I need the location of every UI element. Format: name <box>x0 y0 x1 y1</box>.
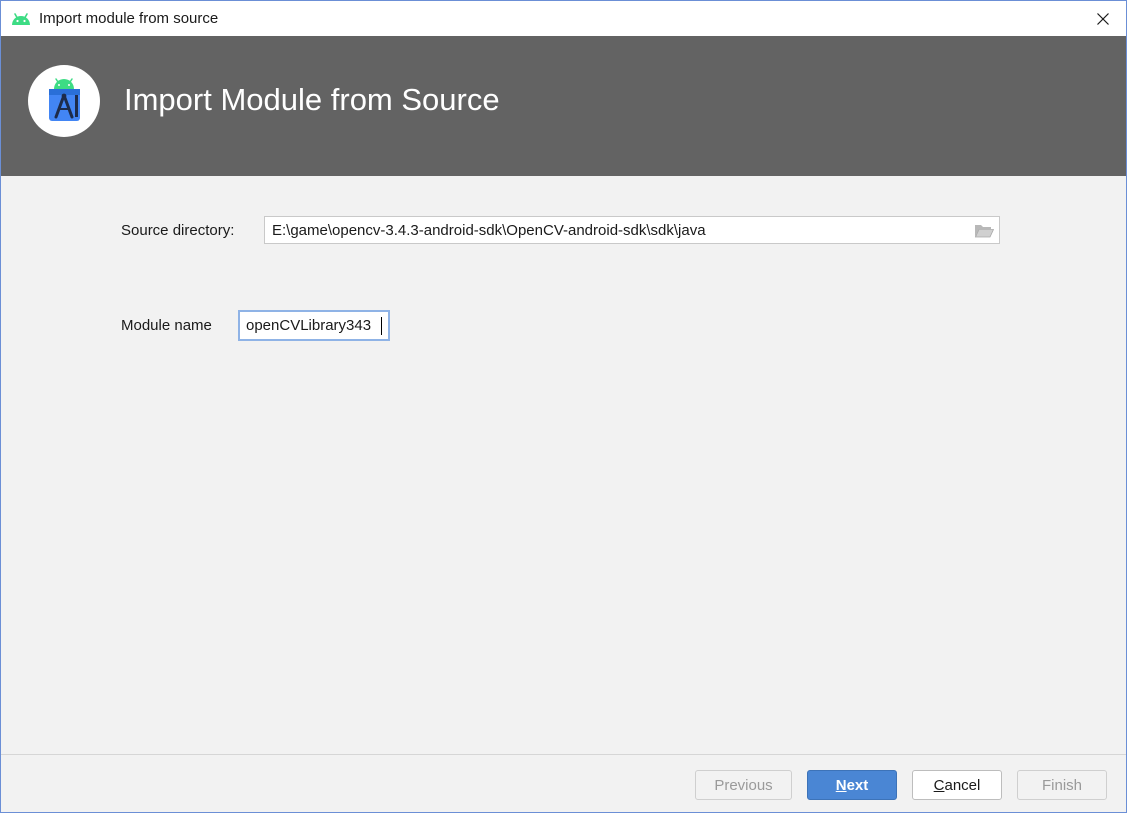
folder-open-icon[interactable] <box>974 223 995 238</box>
source-directory-value: E:\game\opencv-3.4.3-android-sdk\OpenCV-… <box>272 222 706 239</box>
cancel-button-label: Cancel <box>934 777 981 794</box>
previous-button[interactable]: Previous <box>695 770 792 800</box>
finish-button[interactable]: Finish <box>1017 770 1107 800</box>
footer-divider <box>1 754 1126 755</box>
import-module-dialog: Import module from source Import Module … <box>0 0 1127 813</box>
close-button[interactable] <box>1080 1 1126 36</box>
page-title: Import Module from Source <box>124 82 500 117</box>
next-button-label: Next <box>836 777 869 794</box>
cancel-mnemonic: C <box>933 776 945 794</box>
next-button[interactable]: Next <box>807 770 897 800</box>
source-directory-input[interactable]: E:\game\opencv-3.4.3-android-sdk\OpenCV-… <box>264 216 1000 244</box>
cancel-button[interactable]: Cancel <box>912 770 1002 800</box>
android-studio-icon <box>28 65 100 137</box>
module-name-label: Module name <box>121 317 212 334</box>
next-mnemonic: N <box>835 776 847 794</box>
header-banner: Import Module from Source <box>1 36 1126 176</box>
module-name-input[interactable]: openCVLibrary343 <box>238 310 390 341</box>
finish-button-label: Finish <box>1041 776 1082 794</box>
text-caret <box>381 317 382 335</box>
android-icon <box>10 11 32 27</box>
previous-button-label: Previous <box>714 776 773 794</box>
close-icon <box>1097 12 1109 25</box>
module-name-value: openCVLibrary343 <box>246 317 372 334</box>
cancel-label-rest: ancel <box>944 776 981 794</box>
source-directory-label: Source directory: <box>121 222 235 239</box>
next-label-rest: ext <box>846 776 869 794</box>
window-title: Import module from source <box>39 10 219 27</box>
title-bar: Import module from source <box>1 1 1126 36</box>
